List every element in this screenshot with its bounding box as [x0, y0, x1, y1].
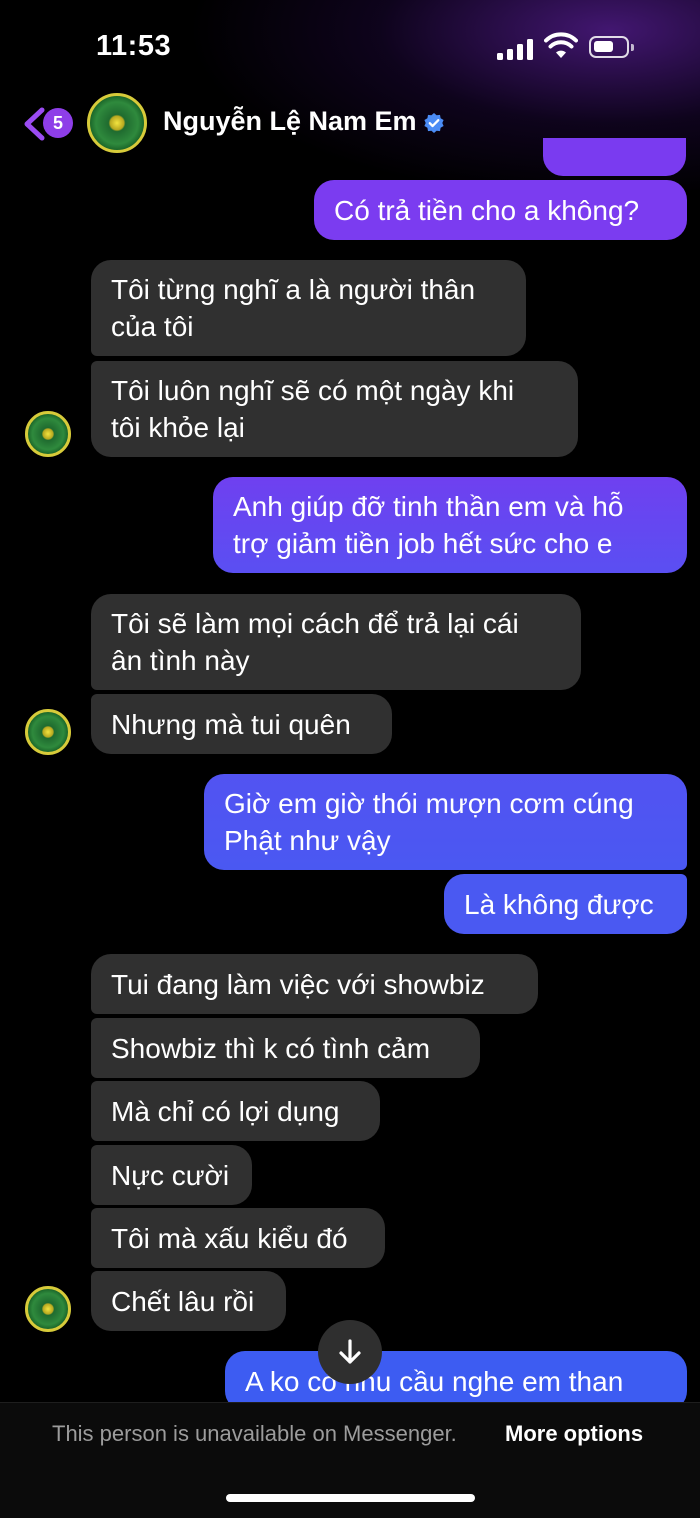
message-text: Chết lâu rồi	[111, 1285, 255, 1317]
home-indicator[interactable]	[226, 1494, 475, 1502]
message-text: tôi khỏe lại	[111, 412, 245, 443]
message-text: Tôi sẽ làm mọi cách để trả lại cái	[111, 608, 519, 639]
sender-avatar[interactable]	[25, 1286, 71, 1332]
message-bubble-outgoing[interactable]: Anh giúp đỡ tinh thần em và hỗ trợ giảm …	[213, 477, 687, 573]
message-bubble-outgoing[interactable]: Là không được	[444, 874, 687, 934]
message-text: Tôi luôn nghĩ sẽ có một ngày khi	[111, 375, 515, 406]
message-text: Có trả tiền cho a không?	[334, 194, 640, 226]
unread-count-badge: 5	[43, 108, 73, 138]
message-text: Nực cười	[111, 1159, 230, 1191]
message-bubble-incoming[interactable]: Chết lâu rồi	[91, 1271, 286, 1331]
message-text: Anh giúp đỡ tinh thần em và hỗ	[233, 491, 624, 522]
arrow-down-icon	[339, 1339, 361, 1364]
message-text: Phật như vậy	[224, 825, 391, 856]
message-text: Giờ em giờ thói mượn cơm cúng	[224, 788, 634, 819]
wifi-icon	[544, 32, 578, 58]
battery-icon	[589, 36, 634, 58]
contact-avatar[interactable]	[87, 93, 147, 153]
message-bubble-outgoing[interactable]: Giờ em giờ thói mượn cơm cúng Phật như v…	[204, 774, 687, 870]
status-time: 11:53	[96, 30, 172, 62]
scroll-to-bottom-button[interactable]	[318, 1320, 382, 1384]
more-options-link[interactable]: More options	[505, 1421, 643, 1447]
message-text: ân tình này	[111, 645, 250, 676]
message-text: của tôi	[111, 311, 194, 342]
message-bubble-incoming[interactable]: Nực cười	[91, 1145, 252, 1205]
message-text: Tui đang làm việc với showbiz	[111, 968, 485, 1000]
contact-name[interactable]: Nguyễn Lệ Nam Em	[163, 106, 417, 137]
message-bubble-incoming[interactable]: Nhưng mà tui quên	[91, 694, 392, 754]
message-text: A ko có nhu cầu nghe em than	[245, 1366, 624, 1397]
message-bubble-incoming[interactable]: Tôi mà xấu kiểu đó	[91, 1208, 385, 1268]
message-bubble-partial	[543, 138, 686, 176]
message-text: Mà chỉ có lợi dụng	[111, 1095, 340, 1127]
sender-avatar[interactable]	[25, 709, 71, 755]
message-bubble-incoming[interactable]: Tôi luôn nghĩ sẽ có một ngày khi tôi khỏ…	[91, 361, 578, 457]
message-bubble-incoming[interactable]: Tôi sẽ làm mọi cách để trả lại cái ân tì…	[91, 594, 581, 690]
verified-badge-icon	[424, 113, 444, 133]
message-text: Showbiz thì k có tình cảm	[111, 1032, 431, 1064]
message-bubble-incoming[interactable]: Showbiz thì k có tình cảm	[91, 1018, 480, 1078]
signal-icon	[497, 38, 533, 60]
sender-avatar[interactable]	[25, 411, 71, 457]
message-text: trợ giảm tiền job hết sức cho e	[233, 528, 613, 559]
message-text: Tôi từng nghĩ a là người thân	[111, 274, 476, 305]
message-bubble-incoming[interactable]: Tui đang làm việc với showbiz	[91, 954, 538, 1014]
message-text: Là không được	[464, 888, 654, 920]
unavailable-notice: This person is unavailable on Messenger.	[52, 1421, 457, 1446]
message-text: Tôi mà xấu kiểu đó	[111, 1222, 348, 1254]
message-text: Nhưng mà tui quên	[111, 708, 351, 740]
message-bubble-incoming[interactable]: Mà chỉ có lợi dụng	[91, 1081, 380, 1141]
message-bubble-incoming[interactable]: Tôi từng nghĩ a là người thân của tôi	[91, 260, 526, 356]
message-bubble-outgoing[interactable]: Có trả tiền cho a không?	[314, 180, 687, 240]
